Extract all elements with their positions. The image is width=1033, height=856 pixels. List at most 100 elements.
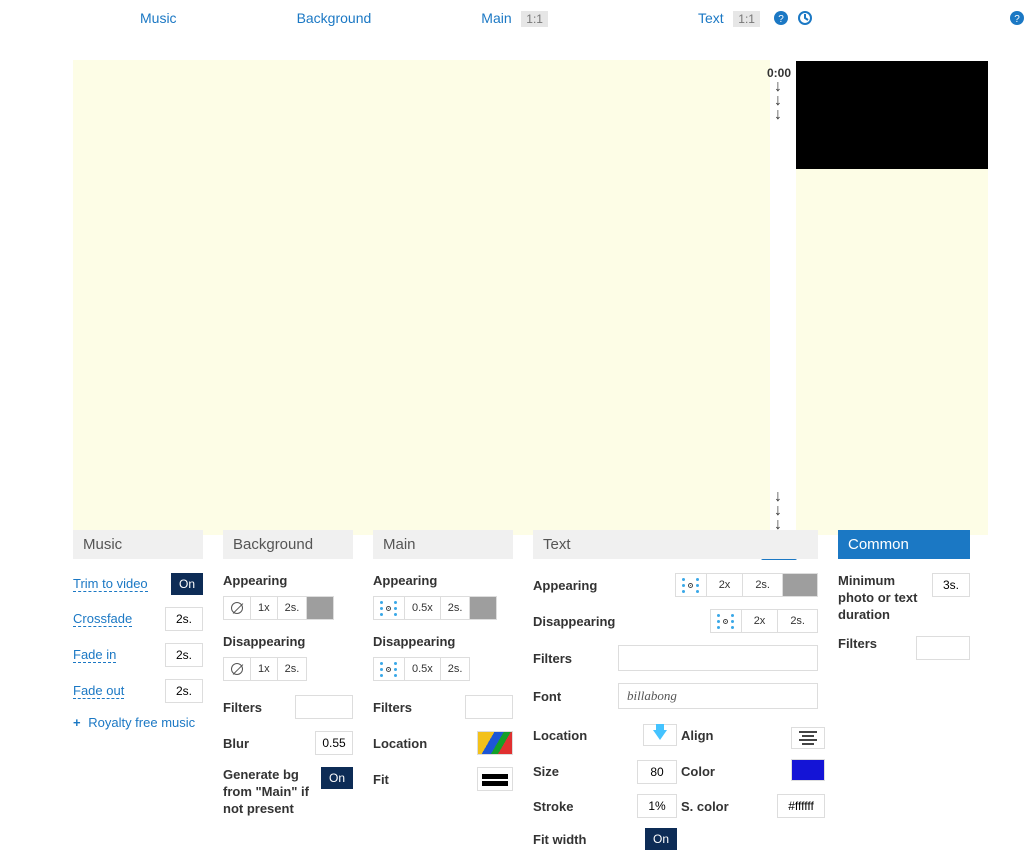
fadein-link[interactable]: Fade in — [73, 647, 116, 663]
clock-icon[interactable] — [797, 10, 813, 26]
text-color-swatch[interactable] — [791, 759, 825, 781]
panel-heading-main: Main — [373, 530, 513, 559]
bg-appearing-color[interactable] — [307, 597, 333, 619]
panel-music: Music Trim to video On Crossfade Fade in… — [73, 530, 203, 742]
trim-to-video-link[interactable]: Trim to video — [73, 576, 148, 592]
main-location-label: Location — [373, 736, 477, 751]
ratio-badge-text[interactable]: 1:1 — [733, 11, 760, 27]
text-disappearing-seg[interactable]: 2x 2s. — [710, 609, 818, 633]
text-size-input[interactable] — [637, 760, 677, 784]
bg-appearing-duration[interactable]: 2s. — [278, 597, 308, 619]
text-font-label: Font — [533, 689, 613, 704]
main-appearing-label: Appearing — [373, 573, 513, 588]
bg-disappearing-seg[interactable]: 1x 2s. — [223, 657, 307, 681]
video-preview[interactable] — [796, 61, 988, 169]
main-appearing-duration[interactable]: 2s. — [441, 597, 471, 619]
bg-disappearing-duration[interactable]: 2s. — [278, 658, 307, 680]
main-location-thumb[interactable] — [477, 731, 513, 755]
bg-disappearing-speed[interactable]: 1x — [251, 658, 278, 680]
no-effect-icon[interactable] — [224, 658, 251, 680]
main-filters-label: Filters — [373, 700, 465, 715]
transition-icon[interactable] — [374, 597, 405, 619]
text-align-picker[interactable] — [791, 727, 825, 749]
panel-main: Main Appearing 0.5x 2s. Disappearing 0.5… — [373, 530, 513, 803]
fadeout-link[interactable]: Fade out — [73, 683, 124, 699]
tab-text[interactable]: Text — [698, 10, 724, 26]
insert-arrows-top[interactable]: ↓ ↓ ↓ — [774, 80, 782, 122]
fadein-input[interactable] — [165, 643, 203, 667]
panel-heading-music: Music — [73, 530, 203, 559]
min-duration-input[interactable] — [932, 573, 970, 597]
main-appearing-speed[interactable]: 0.5x — [405, 597, 441, 619]
bg-blur-input[interactable] — [315, 731, 353, 755]
text-disappearing-duration[interactable]: 2s. — [778, 610, 817, 632]
plus-icon: + — [73, 715, 81, 730]
text-appearing-speed[interactable]: 2x — [707, 574, 744, 596]
text-location-picker[interactable] — [643, 724, 677, 746]
text-size-label: Size — [533, 764, 603, 779]
text-color-label: Color — [681, 764, 751, 779]
ratio-badge-main[interactable]: 1:1 — [521, 11, 548, 27]
transition-icon[interactable] — [374, 658, 405, 680]
bg-generate-toggle[interactable]: On — [321, 767, 353, 789]
insert-arrows-bottom[interactable]: ↓ ↓ ↓ — [774, 490, 782, 532]
main-disappearing-seg[interactable]: 0.5x 2s. — [373, 657, 470, 681]
font-select[interactable]: billabong — [618, 683, 818, 709]
bg-generate-label: Generate bg from "Main" if not present — [223, 767, 321, 818]
text-appearing-color[interactable] — [783, 574, 817, 596]
text-fitwidth-label: Fit width — [533, 832, 603, 847]
text-appearing-label: Appearing — [533, 578, 613, 593]
canvas-area[interactable] — [73, 60, 770, 535]
panel-common: Common Minimum photo or text duration Fi… — [838, 530, 970, 672]
main-filters-input[interactable] — [465, 695, 513, 719]
trim-toggle[interactable]: On — [171, 573, 203, 595]
bg-appearing-label: Appearing — [223, 573, 353, 588]
bg-appearing-seg[interactable]: 1x 2s. — [223, 596, 334, 620]
tab-main[interactable]: Main — [481, 10, 511, 26]
text-location-label: Location — [533, 728, 603, 743]
transition-icon[interactable] — [676, 574, 707, 596]
fadeout-input[interactable] — [165, 679, 203, 703]
panel-text: Text Appearing 2x 2s. Disappearing 2x 2s… — [533, 530, 818, 850]
text-align-label: Align — [681, 728, 751, 743]
main-disappearing-speed[interactable]: 0.5x — [405, 658, 441, 680]
svg-text:?: ? — [1014, 14, 1020, 25]
tab-music[interactable]: Music — [140, 10, 177, 26]
bg-filters-input[interactable] — [295, 695, 353, 719]
text-disappearing-label: Disappearing — [533, 614, 613, 629]
min-duration-label: Minimum photo or text duration — [838, 573, 932, 624]
text-appearing-seg[interactable]: 2x 2s. — [675, 573, 818, 597]
main-appearing-color[interactable] — [470, 597, 496, 619]
text-disappearing-speed[interactable]: 2x — [742, 610, 779, 632]
text-filters-input[interactable] — [618, 645, 818, 671]
main-disappearing-label: Disappearing — [373, 634, 513, 649]
crossfade-link[interactable]: Crossfade — [73, 611, 132, 627]
transition-icon[interactable] — [711, 610, 742, 632]
crossfade-input[interactable] — [165, 607, 203, 631]
main-disappearing-duration[interactable]: 2s. — [441, 658, 470, 680]
royalty-free-music-link[interactable]: + Royalty free music — [73, 715, 195, 730]
text-stroke-label: Stroke — [533, 799, 603, 814]
text-scolor-input[interactable] — [777, 794, 825, 818]
common-filters-input[interactable] — [916, 636, 970, 660]
text-stroke-input[interactable] — [637, 794, 677, 818]
text-fitwidth-toggle[interactable]: On — [645, 828, 677, 850]
bg-appearing-speed[interactable]: 1x — [251, 597, 278, 619]
bg-filters-label: Filters — [223, 700, 295, 715]
preview-area[interactable] — [796, 169, 988, 535]
bg-disappearing-label: Disappearing — [223, 634, 353, 649]
arrow-down-icon — [653, 730, 667, 740]
no-effect-icon[interactable] — [224, 597, 251, 619]
tab-background[interactable]: Background — [297, 10, 372, 26]
panel-background: Background Appearing 1x 2s. Disappearing… — [223, 530, 353, 830]
text-filters-label: Filters — [533, 651, 613, 666]
align-center-icon — [798, 731, 818, 745]
help-icon[interactable]: ? — [773, 10, 789, 26]
main-fit-thumb[interactable] — [477, 767, 513, 791]
help-icon-right[interactable]: ? — [1009, 10, 1025, 26]
text-appearing-duration[interactable]: 2s. — [743, 574, 783, 596]
main-appearing-seg[interactable]: 0.5x 2s. — [373, 596, 497, 620]
arrow-down-icon: ↓ — [774, 108, 782, 122]
common-filters-label: Filters — [838, 636, 916, 653]
panel-heading-text: Text — [533, 530, 818, 559]
